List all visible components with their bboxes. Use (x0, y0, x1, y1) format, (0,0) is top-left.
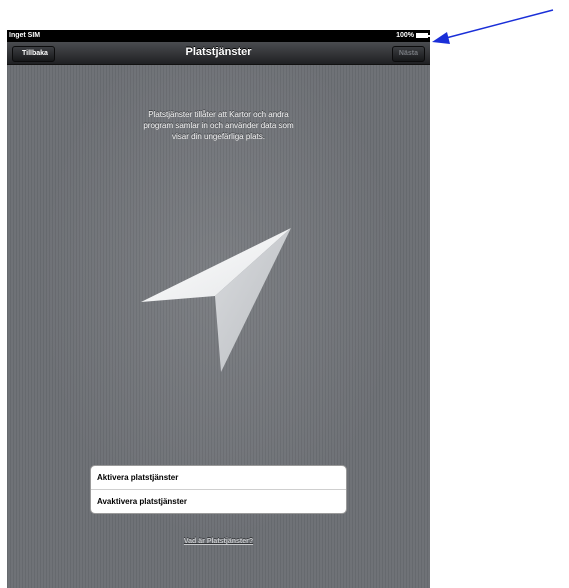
status-bar: Inget SIM 100% (7, 30, 430, 42)
enable-location-services-option[interactable]: Aktivera platstjänster (91, 466, 346, 489)
location-services-description: Platstjänster tillåter att Kartor och an… (143, 110, 294, 141)
ipad-screen: Inget SIM 100% Tillbaka Platstjänster Nä… (7, 30, 430, 588)
battery-icon (416, 33, 430, 38)
next-button[interactable]: Nästa (391, 46, 425, 62)
what-is-location-services-link[interactable]: Vad är Platstjänster? (7, 538, 430, 545)
disable-location-services-option[interactable]: Avaktivera platstjänster (91, 489, 346, 513)
navigation-bar: Tillbaka Platstjänster Nästa (7, 42, 430, 65)
page: Inget SIM 100% Tillbaka Platstjänster Nä… (0, 0, 569, 588)
annotation-arrow-head (432, 32, 450, 44)
battery-status: 100% (396, 32, 430, 39)
location-arrow-icon (141, 228, 291, 372)
page-title: Platstjänster (185, 46, 252, 58)
location-options-list: Aktivera platstjänster Avaktivera platst… (90, 465, 347, 514)
carrier-label: Inget SIM (9, 32, 41, 39)
annotation-arrow-line (445, 9, 554, 39)
battery-percent: 100% (396, 32, 414, 39)
